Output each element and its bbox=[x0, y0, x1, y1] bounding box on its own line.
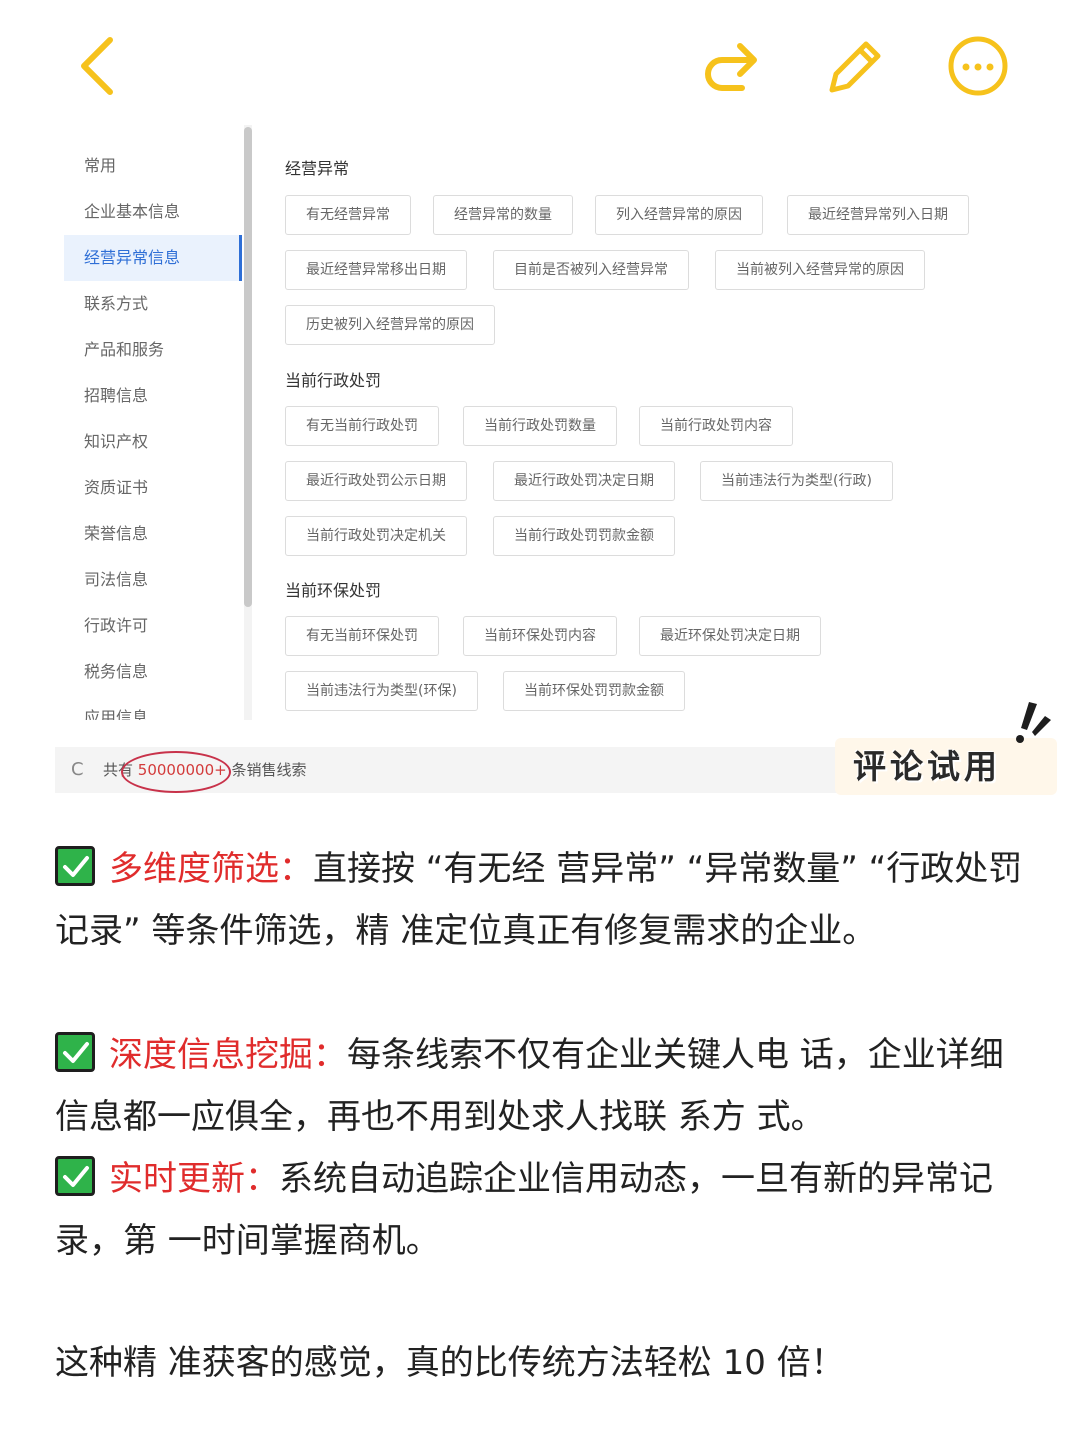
badge-label: 评论试用 bbox=[853, 747, 1001, 786]
section-title: 当前行政处罚 bbox=[285, 371, 382, 390]
share-redo-icon[interactable] bbox=[696, 30, 768, 102]
feature-highlight: 深度信息挖掘： bbox=[109, 1035, 347, 1075]
sidebar-item-apps[interactable]: 应用信息 bbox=[64, 695, 242, 720]
section-title: 经营异常 bbox=[285, 159, 350, 178]
sidebar-item-honors[interactable]: 荣誉信息 bbox=[64, 511, 242, 557]
feature-highlight: 多维度筛选： bbox=[109, 849, 313, 889]
filter-tag[interactable]: 当前环保处罚内容 bbox=[463, 616, 617, 656]
filter-tag[interactable]: 当前行政处罚数量 bbox=[463, 406, 617, 446]
sidebar-item-abnormal-operation[interactable]: 经营异常信息 bbox=[64, 235, 242, 281]
filter-tag[interactable]: 目前是否被列入经营异常 bbox=[493, 250, 689, 290]
checkmark-icon bbox=[55, 846, 95, 886]
filter-tags-panel: 经营异常 有无经营异常 经营异常的数量 列入经营异常的原因 最近经营异常列入日期… bbox=[285, 125, 1045, 715]
checkmark-icon bbox=[55, 1032, 95, 1072]
filter-tag[interactable]: 当前违法行为类型(行政) bbox=[700, 461, 893, 501]
sidebar-item-tax[interactable]: 税务信息 bbox=[64, 649, 242, 695]
sidebar-item-contact[interactable]: 联系方式 bbox=[64, 281, 242, 327]
filter-tag[interactable]: 当前环保处罚罚款金额 bbox=[503, 671, 685, 711]
sidebar-scrollbar-thumb[interactable] bbox=[244, 127, 252, 607]
sidebar-item-certificates[interactable]: 资质证书 bbox=[64, 465, 242, 511]
chevron-left-icon[interactable] bbox=[62, 30, 134, 102]
sidebar-item-ip[interactable]: 知识产权 bbox=[64, 419, 242, 465]
filter-tag[interactable]: 历史被列入经营异常的原因 bbox=[285, 305, 495, 345]
more-dots-icon[interactable] bbox=[942, 30, 1014, 102]
sidebar-item-recruitment[interactable]: 招聘信息 bbox=[64, 373, 242, 419]
sidebar-item-judicial[interactable]: 司法信息 bbox=[64, 557, 242, 603]
sidebar-item-common[interactable]: 常用 bbox=[64, 143, 242, 189]
top-toolbar bbox=[0, 0, 1080, 120]
filter-tag[interactable]: 列入经营异常的原因 bbox=[595, 195, 763, 235]
sidebar: 常用 企业基本信息 经营异常信息 联系方式 产品和服务 招聘信息 知识产权 资质… bbox=[55, 125, 255, 720]
filter-tag[interactable]: 当前行政处罚决定机关 bbox=[285, 516, 467, 556]
filter-tag[interactable]: 最近行政处罚公示日期 bbox=[285, 461, 467, 501]
filter-tag[interactable]: 当前行政处罚内容 bbox=[639, 406, 793, 446]
feature-paragraph-filter: 多维度筛选：直接按 “有无经 营异常” “异常数量” “行政处罚记录” 等条件筛… bbox=[55, 838, 1035, 962]
filter-tag[interactable]: 有无当前环保处罚 bbox=[285, 616, 439, 656]
filter-tag[interactable]: 最近经营异常列入日期 bbox=[787, 195, 969, 235]
section-title: 当前环保处罚 bbox=[285, 581, 382, 600]
exclamation-mark-icon bbox=[1016, 702, 1051, 743]
filter-tag[interactable]: 最近环保处罚决定日期 bbox=[639, 616, 821, 656]
filter-tag[interactable]: 最近行政处罚决定日期 bbox=[493, 461, 675, 501]
filter-tag[interactable]: 经营异常的数量 bbox=[433, 195, 573, 235]
sidebar-item-products[interactable]: 产品和服务 bbox=[64, 327, 242, 373]
highlight-circle bbox=[121, 751, 231, 793]
feature-paragraph-mining: 深度信息挖掘：每条线索不仅有企业关键人电 话，企业详细信息都一应俱全，再也不用到… bbox=[55, 1024, 1035, 1148]
filter-tag[interactable]: 有无当前行政处罚 bbox=[285, 406, 439, 446]
filter-screenshot: 常用 企业基本信息 经营异常信息 联系方式 产品和服务 招聘信息 知识产权 资质… bbox=[55, 125, 1057, 795]
filter-tag[interactable]: 当前行政处罚罚款金额 bbox=[493, 516, 675, 556]
feature-highlight: 实时更新： bbox=[109, 1159, 279, 1199]
comment-trial-badge: 评论试用 bbox=[835, 700, 1057, 795]
pencil-icon[interactable] bbox=[818, 30, 890, 102]
filter-tag[interactable]: 最近经营异常移出日期 bbox=[285, 250, 467, 290]
checkmark-icon bbox=[55, 1156, 95, 1196]
closing-line: 这种精 准获客的感觉，真的比传统方法轻松 10 倍！ bbox=[55, 1343, 845, 1383]
feature-paragraph-realtime: 实时更新：系统自动追踪企业信用动态，一旦有新的异常记录，第 一时间掌握商机。 bbox=[55, 1148, 1035, 1272]
filter-tag[interactable]: 当前被列入经营异常的原因 bbox=[715, 250, 925, 290]
sidebar-item-basic-info[interactable]: 企业基本信息 bbox=[64, 189, 242, 235]
sidebar-item-permits[interactable]: 行政许可 bbox=[64, 603, 242, 649]
filter-tag[interactable]: 有无经营异常 bbox=[285, 195, 411, 235]
filter-tag[interactable]: 当前违法行为类型(环保) bbox=[285, 671, 478, 711]
refresh-icon[interactable]: C bbox=[71, 759, 84, 780]
